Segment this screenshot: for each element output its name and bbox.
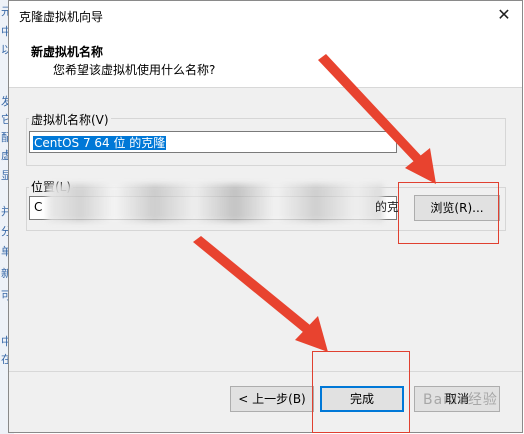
- arrow-to-finish: [193, 236, 328, 352]
- annotation-arrows: [193, 54, 436, 352]
- arrow-to-browse: [318, 54, 436, 184]
